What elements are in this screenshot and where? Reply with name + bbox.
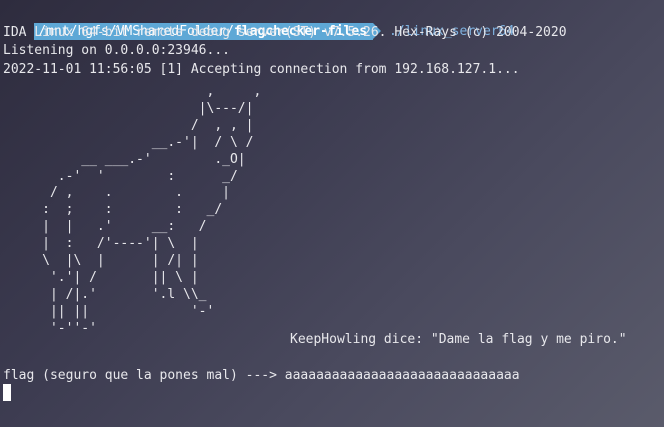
terminal-window[interactable]: /mnt/hgfs/VMSharedFolder/flagchecker-fil… (0, 0, 664, 427)
output-line-connection: 2022-11-01 11:56:05 [1] Accepting connec… (3, 62, 520, 77)
output-line-version: IDA Linux 64-bit remote debug server(ST)… (3, 25, 567, 40)
terminal-cursor[interactable] (3, 384, 11, 401)
shell-prompt-line: /mnt/hgfs/VMSharedFolder/flagchecker-fil… (3, 6, 514, 40)
dice-quote: KeepHowling dice: "Dame la flag y me pir… (290, 332, 627, 347)
output-line-listening: Listening on 0.0.0.0:23946... (3, 43, 230, 58)
flag-input-prompt: flag (seguro que la pones mal) ---> aaaa… (3, 368, 520, 383)
ascii-art-cat: , , |\---/| / , , | __.-'| / \ / __ ___.… (42, 84, 262, 336)
